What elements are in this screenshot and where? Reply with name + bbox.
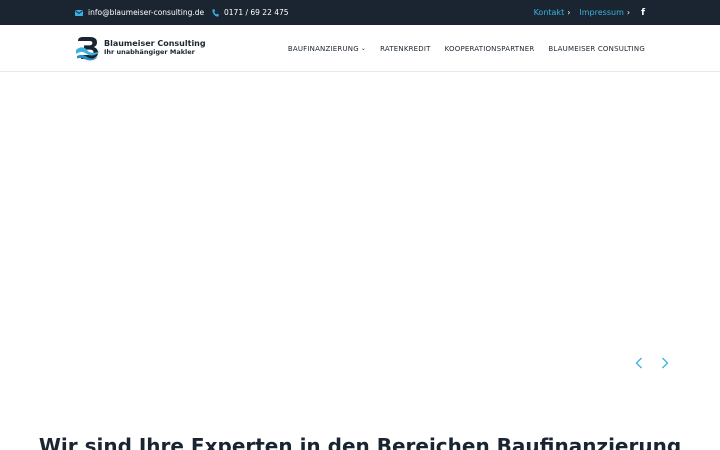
- site-header: Blaumeiser Consulting Ihr unabhängiger M…: [0, 25, 720, 72]
- nav-item-blaumeiser-consulting[interactable]: BLAUMEISER CONSULTING: [548, 45, 645, 53]
- phone-contact[interactable]: 0171 / 69 22 475: [212, 0, 289, 25]
- chevron-right-icon: ›: [567, 8, 571, 17]
- chevron-right-icon: ›: [626, 8, 631, 17]
- logo-tagline: Ihr unabhängiger Makler: [104, 47, 195, 56]
- phone-icon: [212, 8, 219, 17]
- chevron-left-icon[interactable]: [632, 355, 646, 371]
- impressum-label: Impressum: [579, 8, 624, 17]
- kontakt-link[interactable]: Kontakt ›: [534, 8, 571, 17]
- email-text[interactable]: info@blaumeiser-consulting.de: [88, 8, 204, 17]
- chevron-right-icon[interactable]: [658, 355, 672, 371]
- logo-text: Blaumeiser Consulting Ihr unabhängiger M…: [104, 39, 206, 56]
- logo[interactable]: Blaumeiser Consulting Ihr unabhängiger M…: [75, 35, 206, 61]
- nav-label: KOOPERATIONSPARTNER: [444, 44, 535, 53]
- phone-text[interactable]: 0171 / 69 22 475: [224, 8, 289, 17]
- hero-slider: [0, 72, 720, 402]
- email-contact[interactable]: info@blaumeiser-consulting.de: [75, 0, 204, 25]
- main-nav: BAUFINANZIERUNG ⌄ RATENKREDIT KOOPERATION…: [274, 25, 645, 72]
- top-bar: info@blaumeiser-consulting.de 0171 / 69 …: [0, 0, 720, 25]
- envelope-icon: [75, 9, 83, 16]
- page-headline: Wir sind Ihre Experten in den Bereichen …: [38, 434, 682, 450]
- kontakt-label: Kontakt: [533, 8, 565, 17]
- nav-label: BLAUMEISER CONSULTING: [548, 44, 645, 53]
- nav-item-baufinanzierung[interactable]: BAUFINANZIERUNG ⌄: [288, 45, 366, 53]
- nav-label: RATENKREDIT: [380, 44, 431, 53]
- nav-item-ratenkredit[interactable]: RATENKREDIT: [380, 45, 431, 53]
- nav-item-kooperationspartner[interactable]: KOOPERATIONSPARTNER: [445, 45, 535, 53]
- impressum-link[interactable]: Impressum ›: [579, 8, 630, 17]
- logo-mark-icon: [75, 35, 101, 61]
- facebook-icon[interactable]: f: [641, 8, 645, 18]
- top-links: Kontakt › Impressum › f: [534, 0, 645, 25]
- nav-label: BAUFINANZIERUNG: [287, 44, 359, 53]
- chevron-down-icon: ⌄: [360, 45, 367, 52]
